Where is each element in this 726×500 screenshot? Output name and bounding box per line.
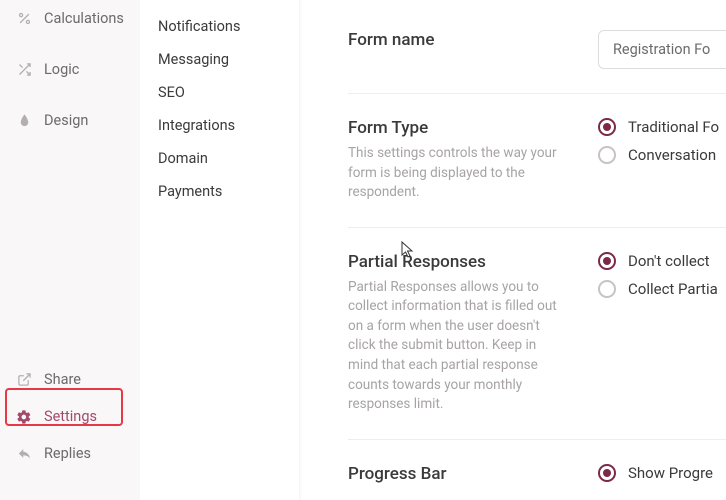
section-form-type: Form Type This settings controls the way… [348,94,726,228]
subnav-item-notifications[interactable]: Notifications [158,10,299,43]
sidebar-item-label: Logic [44,61,79,78]
sidebar-item-label: Design [44,112,88,129]
radio-label: Conversation [628,146,716,164]
partial-desc: Partial Responses allows you to collect … [348,278,558,415]
subnav-item-payments[interactable]: Payments [158,175,299,208]
radio-icon [598,118,616,136]
form-name-title: Form name [348,30,558,50]
radio-label: Collect Partia [628,280,718,298]
radio-icon [598,252,616,270]
radio-icon [598,146,616,164]
percent-icon [16,11,32,27]
gear-icon [16,409,32,425]
sidebar-item-label: Settings [44,408,97,425]
progress-option-show[interactable]: Show Progre [598,464,726,482]
radio-icon [598,464,616,482]
subnav-item-integrations[interactable]: Integrations [158,109,299,142]
sidebar-item-label: Share [44,371,81,388]
progress-title: Progress Bar [348,464,558,484]
subnav-item-domain[interactable]: Domain [158,142,299,175]
radio-icon [598,280,616,298]
section-progress-bar: Progress Bar Show Progre [348,440,726,490]
subnav-item-seo[interactable]: SEO [158,76,299,109]
droplet-icon [16,113,32,129]
radio-label: Show Progre [628,464,713,482]
primary-sidebar: Calculations Logic Design Share Settings… [0,0,140,500]
partial-title: Partial Responses [348,252,558,272]
form-type-option-traditional[interactable]: Traditional Fo [598,118,726,136]
form-name-input[interactable]: Registration Fo [598,30,726,69]
sidebar-item-calculations[interactable]: Calculations [0,0,140,37]
section-form-name: Form name Registration Fo [348,24,726,94]
shuffle-icon [16,62,32,78]
settings-subnav: Notifications Messaging SEO Integrations… [140,0,300,500]
partial-option-dont-collect[interactable]: Don't collect [598,252,726,270]
partial-option-collect[interactable]: Collect Partia [598,280,726,298]
form-type-title: Form Type [348,118,558,138]
sidebar-item-replies[interactable]: Replies [0,435,140,472]
external-link-icon [16,372,32,388]
sidebar-item-share[interactable]: Share [0,361,140,398]
section-partial-responses: Partial Responses Partial Responses allo… [348,228,726,440]
form-type-option-conversational[interactable]: Conversation [598,146,726,164]
form-type-desc: This settings controls the way your form… [348,144,558,203]
subnav-item-messaging[interactable]: Messaging [158,43,299,76]
radio-label: Don't collect [628,252,710,270]
sidebar-item-logic[interactable]: Logic [0,51,140,88]
settings-main: Form name Registration Fo Form Type This… [300,0,726,500]
sidebar-item-label: Replies [44,445,91,462]
sidebar-item-label: Calculations [44,10,124,27]
sidebar-item-design[interactable]: Design [0,102,140,139]
reply-icon [16,446,32,462]
radio-label: Traditional Fo [628,118,719,136]
sidebar-item-settings[interactable]: Settings [0,398,140,435]
